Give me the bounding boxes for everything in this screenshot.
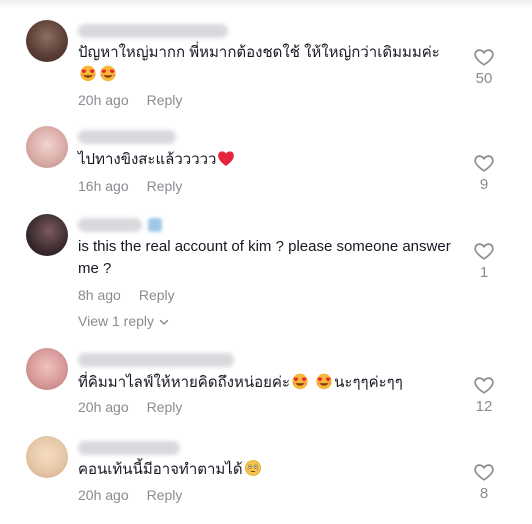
flushed-face-icon <box>244 459 262 477</box>
red-heart-icon <box>217 150 235 167</box>
comment-text: is this the real account of kim ? please… <box>78 236 458 280</box>
avatar[interactable] <box>26 20 68 62</box>
username-blurred[interactable] <box>78 218 142 232</box>
comment-time: 20h ago <box>78 399 129 415</box>
username-blurred[interactable] <box>78 130 176 144</box>
view-replies-label: View 1 reply <box>78 313 155 329</box>
username-blurred[interactable] <box>78 441 180 455</box>
comment-time: 20h ago <box>78 487 129 503</box>
comment-text-suffix: นะๆๆค่ะๆๆ <box>334 374 403 391</box>
comment-text: คอนเท้นนี้มีอาจทำตามได้ <box>78 459 458 481</box>
smiling-face-with-hearts-icon <box>315 372 333 390</box>
comment-time: 16h ago <box>78 178 129 194</box>
heart-outline-icon <box>473 461 495 483</box>
comment-time: 8h ago <box>78 287 121 303</box>
reply-button[interactable]: Reply <box>139 287 175 303</box>
avatar[interactable] <box>26 436 68 478</box>
badge-icon <box>148 218 162 232</box>
heart-outline-icon <box>473 374 495 396</box>
avatar[interactable] <box>26 348 68 390</box>
comment-text-body: ไปทางขิงสะแล้ววววว <box>78 151 217 168</box>
like-button[interactable]: 8 <box>472 461 496 502</box>
previous-comment-edge <box>0 0 532 8</box>
like-count: 12 <box>475 398 493 415</box>
like-button[interactable]: 50 <box>472 46 496 87</box>
reply-button[interactable]: Reply <box>147 178 183 194</box>
avatar[interactable] <box>26 126 68 168</box>
avatar[interactable] <box>26 214 68 256</box>
comment-meta: 8h ago Reply <box>78 287 175 303</box>
like-count: 9 <box>479 176 489 193</box>
reply-button[interactable]: Reply <box>147 399 183 415</box>
comment-text-body: คอนเท้นนี้มีอาจทำตามได้ <box>78 461 243 478</box>
like-button[interactable]: 1 <box>472 240 496 281</box>
comment-meta: 20h ago Reply <box>78 92 182 108</box>
heart-outline-icon <box>473 152 495 174</box>
comment-text-body: ปัญหาใหญ่มากก พี่หมากต้องชดใช้ ให้ใหญ่กว… <box>78 44 440 61</box>
comment-text: ที่คิมมาไลฟ์ให้หายคิดถึงหน่อยค่ะ นะๆๆค่ะ… <box>78 372 458 394</box>
smiling-face-with-hearts-icon <box>291 372 309 390</box>
heart-outline-icon <box>473 240 495 262</box>
comment-text: ปัญหาใหญ่มากก พี่หมากต้องชดใช้ ให้ใหญ่กว… <box>78 42 458 86</box>
like-count: 50 <box>475 70 493 87</box>
comment-meta: 20h ago Reply <box>78 487 182 503</box>
chevron-down-icon <box>159 320 169 326</box>
comment-text: ไปทางขิงสะแล้ววววว <box>78 149 458 171</box>
comment-meta: 20h ago Reply <box>78 399 182 415</box>
like-button[interactable]: 12 <box>472 374 496 415</box>
reply-button[interactable]: Reply <box>147 487 183 503</box>
comment-time: 20h ago <box>78 92 129 108</box>
smiling-face-with-hearts-icon <box>79 64 97 82</box>
username-blurred[interactable] <box>78 353 234 367</box>
comment-text-body: is this the real account of kim ? please… <box>78 238 451 277</box>
comment-text-body: ที่คิมมาไลฟ์ให้หายคิดถึงหน่อยค่ะ <box>78 374 290 391</box>
like-button[interactable]: 9 <box>472 152 496 193</box>
like-count: 8 <box>479 485 489 502</box>
like-count: 1 <box>479 264 489 281</box>
smiling-face-with-hearts-icon <box>99 64 117 82</box>
username-blurred[interactable] <box>78 24 228 38</box>
heart-outline-icon <box>473 46 495 68</box>
view-replies-button[interactable]: View 1 reply <box>78 313 170 329</box>
comment-meta: 16h ago Reply <box>78 178 182 194</box>
reply-button[interactable]: Reply <box>147 92 183 108</box>
